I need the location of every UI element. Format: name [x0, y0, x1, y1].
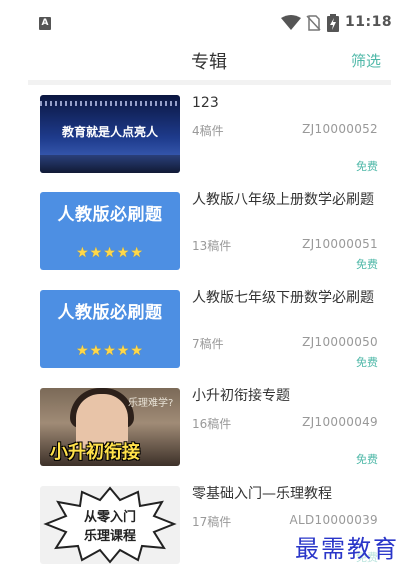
album-code: ZJ10000052 — [302, 122, 378, 136]
price-badge: 免费 — [356, 453, 378, 466]
album-title[interactable]: 小升初衔接专题 — [192, 387, 377, 405]
thumbnail-caption: 乐理课程 — [83, 529, 136, 544]
album-title[interactable]: 零基础入门—乐理教程 — [192, 485, 377, 503]
thumbnail-board-text: 乐理难学? — [128, 398, 174, 409]
album-thumbnail[interactable]: 人教版必刷题 ★★★★★ — [40, 192, 180, 270]
price-badge: 免费 — [356, 160, 378, 173]
album-count: 4稿件 — [192, 124, 224, 138]
thumbnail-caption: 从零入门 — [83, 510, 136, 525]
price-badge: 免费 — [356, 356, 378, 369]
app-header: 专辑 筛选 — [0, 44, 418, 80]
star-rating-icon: ★★★★★ — [76, 343, 144, 359]
thumbnail-decoration — [40, 155, 180, 173]
no-sim-icon — [306, 15, 321, 31]
thumbnail-caption: 教育就是人点亮人 — [61, 125, 158, 139]
clock: 11:18 — [345, 14, 393, 30]
battery-charging-icon — [327, 14, 339, 32]
thumbnail-caption: 小升初衔接 — [50, 442, 140, 463]
album-item[interactable]: 人教版必刷题 ★★★★★ 人教版八年级上册数学必刷题 13稿件 ZJ100000… — [40, 182, 390, 272]
filter-button[interactable]: 筛选 — [351, 50, 381, 71]
album-count: 7稿件 — [192, 337, 224, 351]
thumbnail-caption: 人教版必刷题 — [57, 205, 163, 225]
album-code: ZJ10000049 — [302, 415, 378, 429]
thumbnail-caption: 人教版必刷题 — [57, 303, 163, 323]
album-title[interactable]: 人教版七年级下册数学必刷题 — [192, 289, 377, 307]
status-bar: A 11:18 — [0, 0, 418, 44]
album-count: 17稿件 — [192, 515, 232, 529]
album-thumbnail[interactable]: 乐理难学? 小升初衔接 — [40, 388, 180, 466]
price-badge: 免费 — [356, 258, 378, 271]
album-code: ZJ10000050 — [302, 335, 378, 349]
album-count: 16稿件 — [192, 417, 232, 431]
notification-app-icon: A — [39, 17, 51, 30]
album-thumbnail[interactable]: 教育就是人点亮人 — [40, 95, 180, 173]
album-thumbnail[interactable]: 人教版必刷题 ★★★★★ — [40, 290, 180, 368]
album-count: 13稿件 — [192, 239, 232, 253]
star-rating-icon: ★★★★★ — [76, 245, 144, 261]
album-thumbnail[interactable]: 从零入门 乐理课程 — [40, 486, 180, 564]
album-title[interactable]: 123 — [192, 94, 377, 112]
watermark: 最需教育 — [295, 529, 399, 564]
album-code: ALD10000039 — [289, 513, 378, 527]
thumbnail-decoration — [40, 101, 180, 106]
album-item[interactable]: 乐理难学? 小升初衔接 小升初衔接专题 16稿件 ZJ10000049 免费 — [40, 378, 390, 468]
album-code: ZJ10000051 — [302, 237, 378, 251]
album-title[interactable]: 人教版八年级上册数学必刷题 — [192, 191, 377, 209]
album-item[interactable]: 人教版必刷题 ★★★★★ 人教版七年级下册数学必刷题 7稿件 ZJ1000005… — [40, 280, 390, 370]
wifi-icon — [281, 15, 301, 30]
album-item[interactable]: 教育就是人点亮人 123 4稿件 ZJ10000052 免费 — [40, 85, 390, 175]
